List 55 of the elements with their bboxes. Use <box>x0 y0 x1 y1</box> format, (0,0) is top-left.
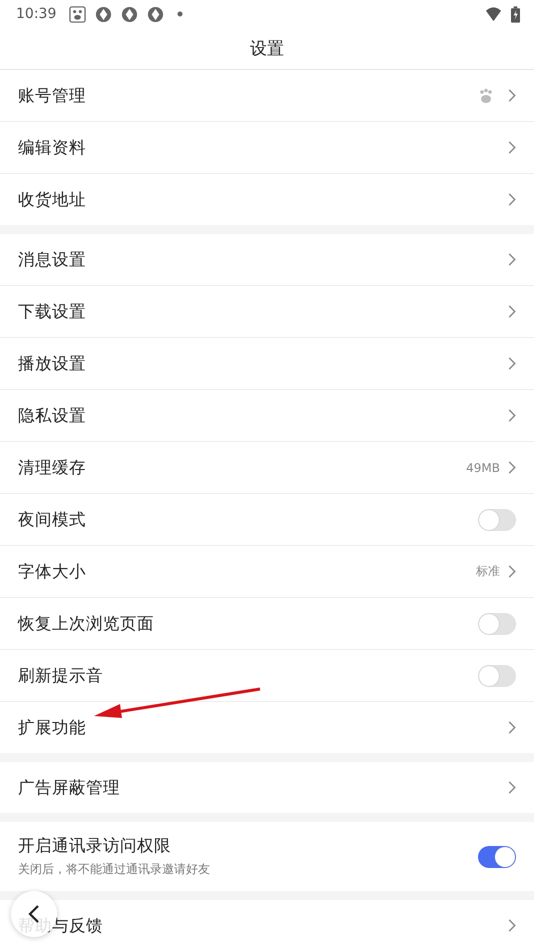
chevron-icon <box>508 89 516 102</box>
settings-row[interactable]: 账号管理 <box>0 70 534 122</box>
page-title: 设置 <box>250 38 284 60</box>
row-label: 下载设置 <box>18 300 87 322</box>
settings-row[interactable]: 编辑资料 <box>0 122 534 174</box>
row-label: 恢复上次浏览页面 <box>18 612 155 634</box>
toggle-switch[interactable] <box>478 846 516 868</box>
settings-row[interactable]: 播放设置 <box>0 338 534 390</box>
row-value: 标准 <box>476 563 500 580</box>
row-value: 49MB <box>466 460 500 474</box>
settings-row[interactable]: 开启通讯录访问权限 关闭后，将不能通过通讯录邀请好友 <box>0 822 534 891</box>
row-label: 消息设置 <box>18 248 87 270</box>
chevron-icon <box>508 461 516 474</box>
settings-row[interactable]: 字体大小 标准 <box>0 546 534 598</box>
settings-row[interactable]: 隐私设置 <box>0 390 534 442</box>
chevron-icon <box>508 565 516 578</box>
row-label: 开启通讯录访问权限 <box>18 835 172 857</box>
settings-row[interactable]: 恢复上次浏览页面 <box>0 598 534 650</box>
settings-row[interactable]: 消息设置 <box>0 234 534 286</box>
row-label: 隐私设置 <box>18 404 87 426</box>
row-label: 账号管理 <box>18 84 87 106</box>
status-time: 10:39 <box>16 6 56 22</box>
dot-icon <box>177 11 184 17</box>
settings-row[interactable]: 夜间模式 <box>0 494 534 546</box>
settings-row[interactable]: 收货地址 <box>0 174 534 225</box>
row-label: 清理缓存 <box>18 456 87 478</box>
settings-row[interactable]: 清理缓存 49MB <box>0 442 534 494</box>
settings-row[interactable]: 广告屏蔽管理 <box>0 762 534 813</box>
row-label: 播放设置 <box>18 352 87 374</box>
wifi-icon <box>485 6 502 22</box>
chevron-icon <box>508 141 516 154</box>
row-label: 字体大小 <box>18 560 87 582</box>
chevron-icon <box>508 919 516 932</box>
toggle-switch[interactable] <box>478 612 516 634</box>
row-subtitle: 关闭后，将不能通过通讯录邀请好友 <box>18 861 211 878</box>
chevron-icon <box>508 357 516 370</box>
row-label: 收货地址 <box>18 188 87 210</box>
settings-row[interactable]: 扩展功能 <box>0 702 534 753</box>
row-label: 夜间模式 <box>18 508 87 530</box>
chevron-icon <box>508 781 516 794</box>
chevron-icon <box>508 409 516 422</box>
settings-row[interactable]: 刷新提示音 <box>0 650 534 702</box>
app-notification-icon <box>69 6 86 22</box>
chevron-icon <box>508 253 516 266</box>
chevron-icon <box>508 193 516 206</box>
row-label: 扩展功能 <box>18 716 87 738</box>
toggle-switch[interactable] <box>478 664 516 686</box>
row-label: 广告屏蔽管理 <box>18 776 121 798</box>
battery-icon <box>511 6 520 22</box>
toggle-switch[interactable] <box>478 508 516 530</box>
row-label: 刷新提示音 <box>18 664 104 686</box>
chevron-icon <box>508 721 516 734</box>
settings-row[interactable]: 下载设置 <box>0 286 534 338</box>
chevron-icon <box>508 305 516 318</box>
row-label: 编辑资料 <box>18 136 87 158</box>
